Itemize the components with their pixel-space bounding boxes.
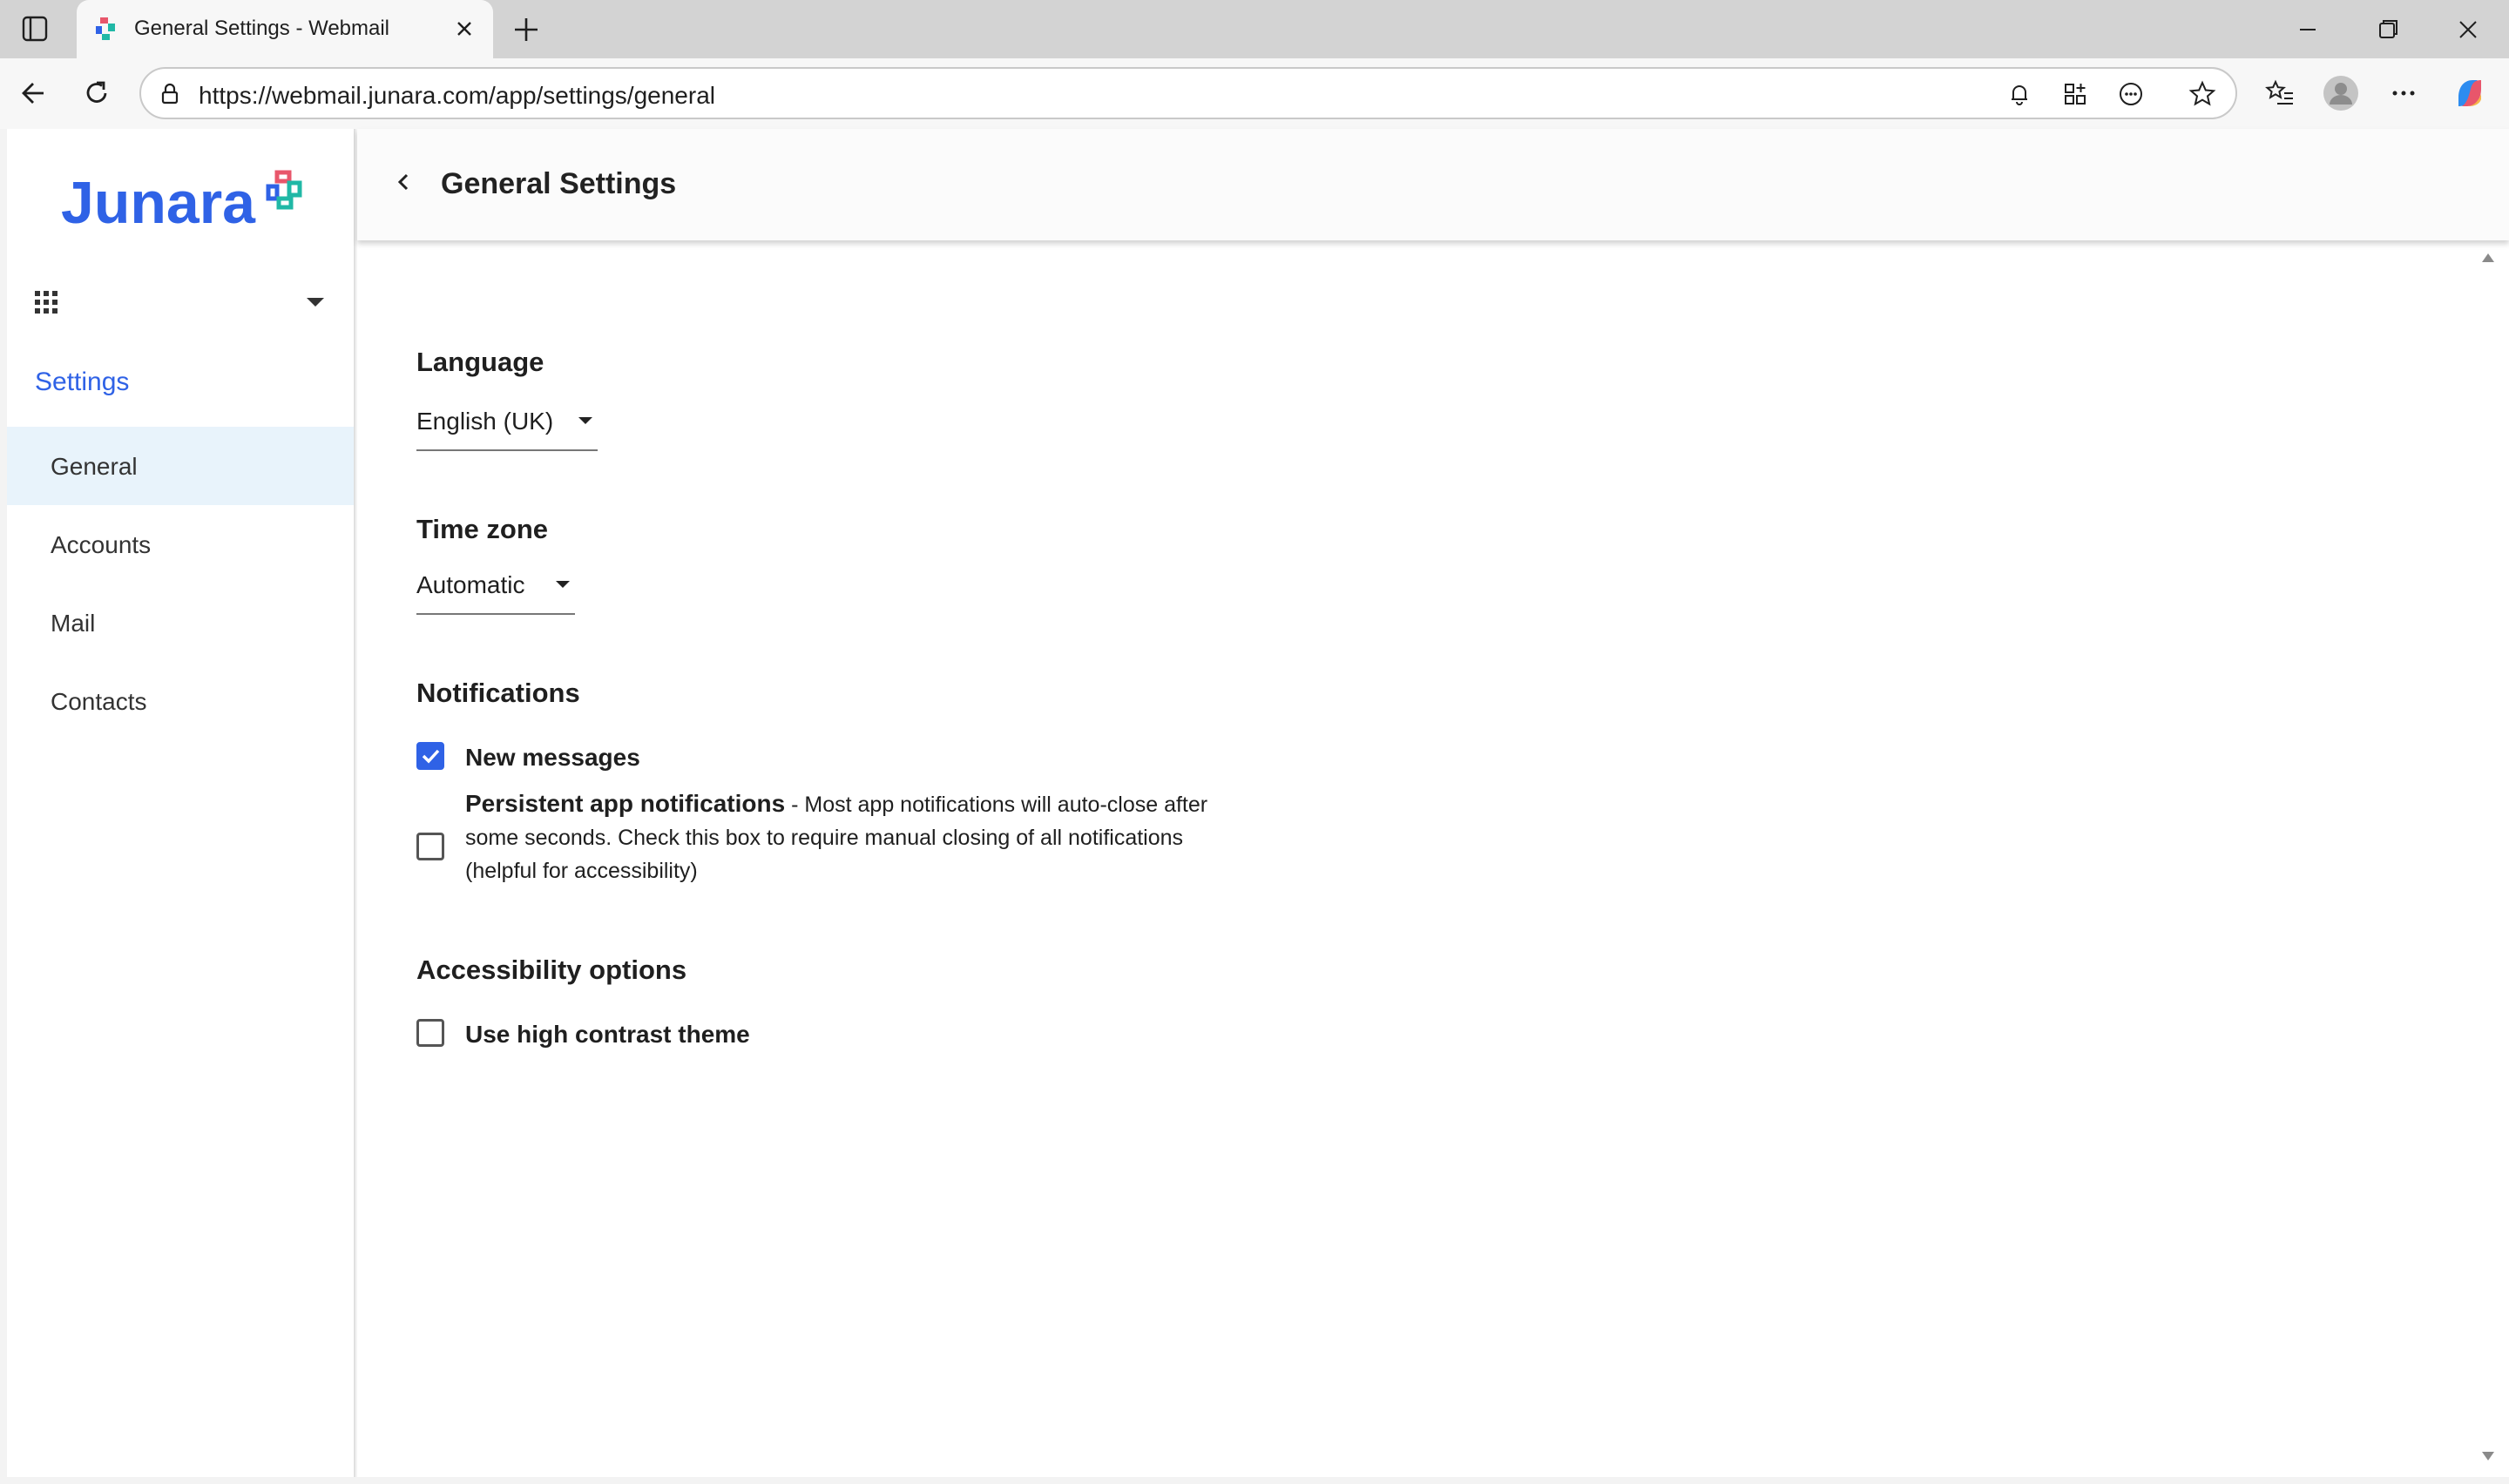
favorites-list-icon[interactable] [2258, 71, 2302, 115]
sidebar-item-label: Mail [51, 610, 96, 637]
site-info-icon[interactable] [157, 81, 183, 107]
sidebar-item-label: Contacts [51, 688, 147, 715]
tab-title: General Settings - Webmail [134, 17, 390, 40]
sidebar-item-label: Accounts [51, 531, 152, 558]
junara-favicon [91, 14, 120, 44]
new-messages-option[interactable]: New messages [416, 739, 765, 773]
settings-heading: Settings [35, 368, 130, 396]
arrow-left-icon[interactable] [12, 71, 56, 115]
timezone-heading: Time zone [416, 514, 549, 544]
ellipsis-circle-icon[interactable] [2115, 78, 2147, 110]
chevron-left-icon[interactable] [390, 169, 416, 195]
browser-toolbar: https://webmail.junara.com/app/settings/… [0, 58, 2509, 129]
scroll-down-arrow-icon[interactable] [2479, 1447, 2497, 1465]
close-icon[interactable] [451, 16, 477, 42]
sidebar-item-general[interactable]: General [7, 427, 354, 505]
timezone-select[interactable]: Automatic [416, 566, 575, 615]
url-text[interactable]: https://webmail.junara.com/app/settings/… [199, 82, 715, 110]
chevron-down-icon [577, 415, 594, 427]
apps-add-icon[interactable] [2059, 78, 2091, 110]
chevron-down-icon [554, 578, 571, 590]
active-browser-tab[interactable]: General Settings - Webmail [77, 0, 493, 58]
accessibility-heading: Accessibility options [416, 954, 687, 985]
high-contrast-option[interactable]: Use high contrast theme [416, 1015, 800, 1050]
settings-nav: General Accounts Mail Contacts [7, 427, 354, 740]
copilot-icon[interactable] [2448, 71, 2492, 115]
logo-mark-icon [263, 169, 308, 214]
new-messages-checkbox[interactable] [416, 742, 444, 770]
minimize-icon[interactable] [2288, 12, 2328, 47]
high-contrast-label: Use high contrast theme [465, 1021, 750, 1048]
persistent-notifications-option[interactable]: Persistent app notifications - Most app … [416, 787, 1270, 901]
chevron-down-icon[interactable] [305, 294, 326, 310]
sidebar-item-mail[interactable]: Mail [7, 583, 354, 662]
junara-logo[interactable]: Junara [61, 169, 314, 239]
restore-icon[interactable] [2368, 12, 2408, 47]
timezone-select-value: Automatic [416, 571, 525, 598]
plus-icon[interactable] [509, 12, 544, 47]
more-icon[interactable] [2382, 71, 2425, 115]
star-icon[interactable] [2187, 78, 2218, 110]
language-select[interactable]: English (UK) [416, 402, 598, 451]
persistent-notifications-text: Persistent app notifications - Most app … [465, 787, 1249, 887]
language-select-value: English (UK) [416, 408, 554, 435]
sidebar-item-contacts[interactable]: Contacts [7, 662, 354, 740]
settings-main: General Settings Language English (UK) T… [357, 129, 2509, 1477]
app-grid-icon[interactable] [33, 289, 59, 315]
reload-icon[interactable] [75, 71, 118, 115]
address-bar[interactable]: https://webmail.junara.com/app/settings/… [139, 67, 2237, 119]
page-title: General Settings [441, 167, 677, 200]
high-contrast-checkbox[interactable] [416, 1019, 444, 1047]
window-close-icon[interactable] [2448, 12, 2488, 47]
notifications-heading: Notifications [416, 678, 580, 708]
persistent-notifications-label: Persistent app notifications [465, 790, 786, 817]
sidebar-item-accounts[interactable]: Accounts [7, 505, 354, 583]
page-header: General Settings [357, 129, 2509, 240]
persistent-notifications-checkbox[interactable] [416, 833, 444, 860]
logo-wordmark: Junara [61, 170, 255, 236]
language-heading: Language [416, 347, 544, 377]
avatar-icon[interactable] [2319, 71, 2363, 115]
new-messages-label: New messages [465, 744, 640, 771]
tab-actions-icon[interactable] [17, 13, 52, 44]
browser-tab-bar: General Settings - Webmail [0, 0, 2509, 58]
scroll-up-arrow-icon[interactable] [2479, 249, 2497, 266]
sidebar-item-label: General [51, 453, 138, 480]
settings-sidebar: Junara Settings General Accounts Mail Co… [7, 129, 355, 1477]
bell-icon[interactable] [2004, 78, 2035, 110]
